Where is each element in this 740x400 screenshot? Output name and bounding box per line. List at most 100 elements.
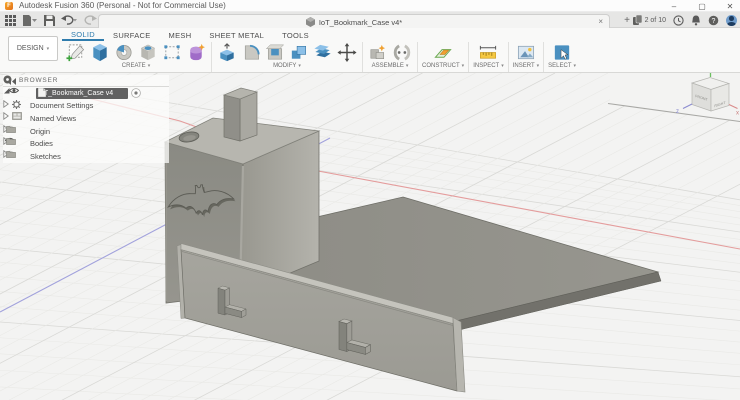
- measure-icon[interactable]: [477, 42, 499, 63]
- insert-group-label[interactable]: INSERT▾: [513, 63, 539, 69]
- toolbar-separator: [543, 42, 544, 72]
- user-avatar[interactable]: [726, 15, 737, 26]
- tree-row-bodies[interactable]: Bodies: [3, 137, 169, 150]
- modify-group-label[interactable]: MODIFY▾: [273, 63, 301, 69]
- window-title: Autodesk Fusion 360 (Personal - Not for …: [19, 1, 226, 10]
- tree-row-origin[interactable]: Origin: [3, 125, 169, 138]
- tree-item-label: Bodies: [30, 139, 53, 148]
- group-insert: INSERT▾: [510, 42, 542, 69]
- tower-left-edge-highlight: [166, 145, 167, 301]
- maximize-button[interactable]: ▢: [696, 1, 708, 11]
- construct-group-label[interactable]: CONSTRUCT▾: [422, 63, 464, 69]
- save-icon[interactable]: [43, 13, 56, 27]
- gear-icon: [12, 100, 21, 109]
- job-status-clock-icon[interactable]: [673, 15, 684, 26]
- tab-close-icon[interactable]: ×: [598, 17, 603, 27]
- fusion-logo-icon: F: [5, 2, 13, 10]
- offset-face-icon[interactable]: [312, 42, 334, 63]
- tab-solid[interactable]: SOLID: [62, 30, 104, 41]
- tab-sheet-metal[interactable]: SHEET METAL: [200, 31, 273, 41]
- tab-mesh[interactable]: MESH: [160, 31, 201, 41]
- joint-icon[interactable]: [391, 42, 413, 63]
- browser-header: BROWSER: [3, 75, 169, 87]
- document-tab-bar: IoT_Bookmark_Case v4* × + 2 of 10 ?: [0, 12, 740, 28]
- main-toolbar: DESIGN▾ SOLID SURFACE MESH SHEET METAL T…: [0, 28, 740, 73]
- tree-item-label: Origin: [30, 127, 50, 136]
- tab-surface[interactable]: SURFACE: [104, 31, 160, 41]
- views-icon: [12, 112, 22, 120]
- document-tab[interactable]: IoT_Bookmark_Case v4* ×: [98, 14, 610, 29]
- create-group-label[interactable]: CREATE▾: [122, 63, 150, 69]
- browser-panel: BROWSER IoT_Bookmark_Case v4: [3, 75, 169, 163]
- group-create: CREATE▾: [62, 42, 210, 69]
- z-axis-label: z: [676, 109, 679, 115]
- document-counter-text: 2 of 10: [645, 17, 666, 24]
- group-select: SELECT▾: [545, 42, 579, 69]
- box-primitive-icon[interactable]: [161, 42, 183, 63]
- document-stack-icon: [633, 15, 643, 25]
- display-settings-icon[interactable]: [3, 75, 12, 84]
- notifications-bell-icon[interactable]: [691, 15, 701, 26]
- tree-item-label: Document Settings: [30, 101, 93, 110]
- insert-image-icon[interactable]: [515, 42, 537, 63]
- toolbar-separator: [211, 42, 212, 72]
- document-counter[interactable]: 2 of 10: [633, 15, 666, 25]
- hole-icon[interactable]: [137, 42, 159, 63]
- activate-component-radio[interactable]: [131, 88, 141, 98]
- tab-tools[interactable]: TOOLS: [273, 31, 318, 41]
- x-axis-label: x: [736, 111, 739, 117]
- document-tab-icon: [306, 17, 315, 27]
- create-sketch-icon[interactable]: [65, 42, 87, 63]
- tree-row-named-views[interactable]: Named Views: [3, 112, 169, 125]
- title-bar: F Autodesk Fusion 360 (Personal - Not fo…: [0, 0, 740, 12]
- new-component-icon[interactable]: [367, 42, 389, 63]
- select-group-label[interactable]: SELECT▾: [548, 63, 576, 69]
- viewport-canvas[interactable]: FRONT RIGHT x z BROWSER: [0, 73, 740, 400]
- group-construct: CONSTRUCT▾: [419, 42, 467, 69]
- press-pull-icon[interactable]: [216, 42, 238, 63]
- create-form-icon[interactable]: [185, 42, 207, 63]
- move-icon[interactable]: [336, 42, 358, 63]
- tree-row-document-settings[interactable]: Document Settings: [3, 100, 169, 113]
- workspace-selector[interactable]: DESIGN▾: [8, 36, 58, 61]
- fusion360-window: F Autodesk Fusion 360 (Personal - Not fo…: [0, 0, 740, 400]
- revolve-icon[interactable]: [113, 42, 135, 63]
- folder-icon: [6, 125, 16, 133]
- data-panel-grid-icon[interactable]: [4, 13, 17, 27]
- selected-document-row[interactable]: IoT_Bookmark_Case v4: [36, 88, 128, 99]
- group-inspect: INSPECT▾: [470, 42, 507, 69]
- tree-item-label: Named Views: [30, 114, 76, 123]
- group-assemble: ASSEMBLE▾: [364, 42, 416, 69]
- tree-row-document[interactable]: IoT_Bookmark_Case v4: [3, 87, 169, 100]
- folder-icon: [6, 150, 16, 158]
- extrude-icon[interactable]: [89, 42, 111, 63]
- chevron-down-icon: ▾: [47, 46, 50, 52]
- toolbar-separator: [468, 42, 469, 72]
- toolbar-separator: [362, 42, 363, 72]
- construct-plane-icon[interactable]: [432, 42, 454, 63]
- assemble-group-label[interactable]: ASSEMBLE▾: [372, 63, 409, 69]
- svg-text:?: ?: [712, 18, 716, 25]
- inspect-group-label[interactable]: INSPECT▾: [473, 63, 504, 69]
- toolbar-separator: [417, 42, 418, 72]
- tower-top-post[interactable]: [224, 88, 257, 141]
- combine-icon[interactable]: [288, 42, 310, 63]
- close-button[interactable]: ✕: [724, 1, 736, 11]
- document-tab-title: IoT_Bookmark_Case v4*: [319, 18, 402, 27]
- document-name: IoT_Bookmark_Case v4: [38, 90, 113, 97]
- browser-title: BROWSER: [19, 77, 58, 84]
- file-menu-icon[interactable]: [21, 13, 39, 27]
- select-icon[interactable]: [551, 42, 573, 63]
- fillet-icon[interactable]: [240, 42, 262, 63]
- visibility-eye-icon[interactable]: [9, 87, 19, 94]
- undo-icon[interactable]: [60, 13, 79, 27]
- toolbar-tabs: SOLID SURFACE MESH SHEET METAL TOOLS: [62, 28, 740, 41]
- folder-icon: [6, 137, 16, 145]
- tree-item-label: Sketches: [30, 152, 61, 161]
- tree-row-sketches[interactable]: Sketches: [3, 150, 169, 163]
- minimize-button[interactable]: –: [668, 1, 680, 11]
- shell-icon[interactable]: [264, 42, 286, 63]
- document-icon: [38, 88, 46, 97]
- help-icon[interactable]: ?: [708, 15, 719, 26]
- group-modify: MODIFY▾: [213, 42, 361, 69]
